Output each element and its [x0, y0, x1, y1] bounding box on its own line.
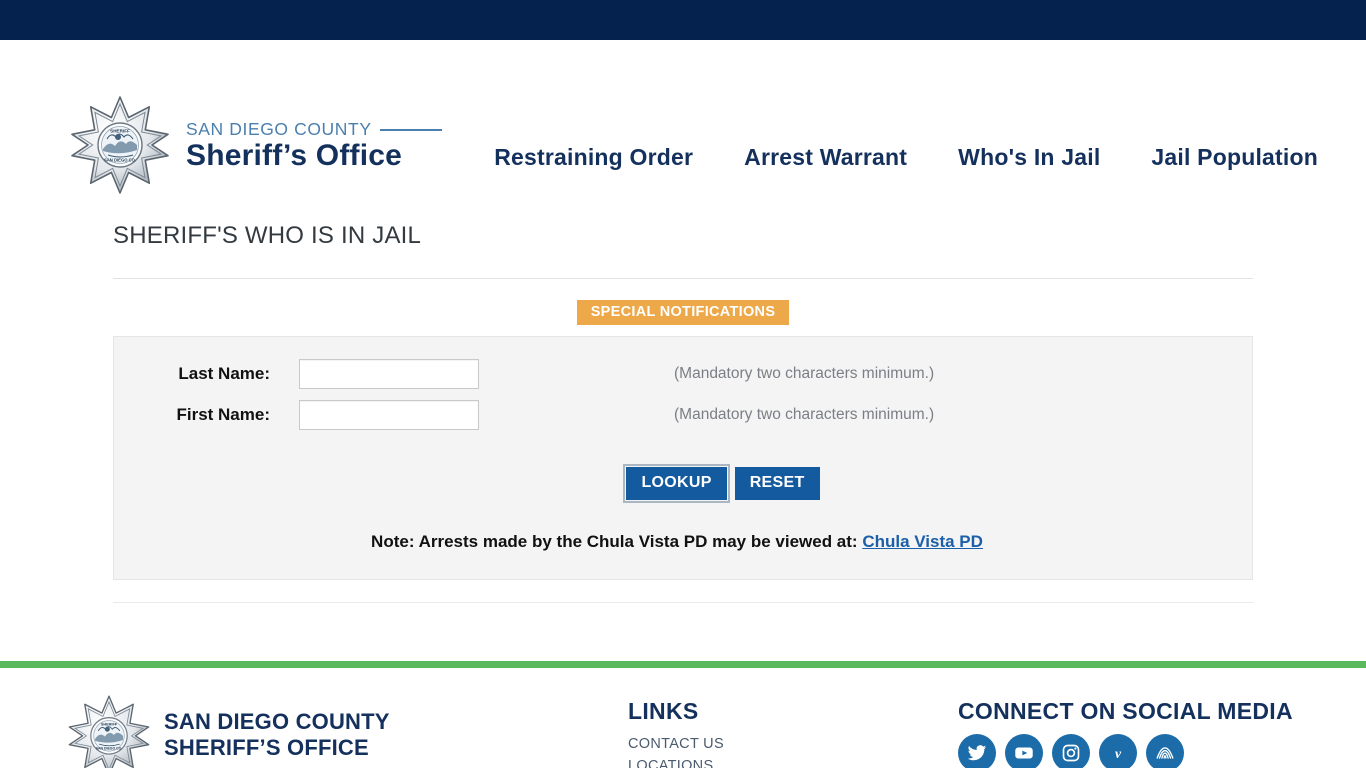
nav-item-arrest-warrant[interactable]: Arrest Warrant [744, 144, 907, 171]
brand-county-text: SAN DIEGO COUNTY [186, 119, 372, 140]
youtube-icon[interactable] [1005, 734, 1043, 768]
footer-brand-line2: SHERIFF’S OFFICE [164, 735, 369, 760]
brand-county-line: SAN DIEGO COUNTY [186, 119, 442, 140]
content-bottom-divider [113, 602, 1253, 603]
first-name-input[interactable] [299, 400, 479, 430]
svg-text:SAN DIEGO CO.: SAN DIEGO CO. [96, 746, 123, 750]
page-title: SHERIFF'S WHO IS IN JAIL [113, 222, 422, 249]
instagram-icon[interactable] [1052, 734, 1090, 768]
chula-vista-note-text: Note: Arrests made by the Chula Vista PD… [371, 532, 863, 551]
special-notifications-button[interactable]: SPECIAL NOTIFICATIONS [576, 300, 790, 325]
green-accent-bar [0, 661, 1366, 668]
reset-button[interactable]: RESET [734, 467, 820, 500]
nextdoor-icon[interactable] [1146, 734, 1184, 768]
svg-text:v: v [1115, 746, 1122, 761]
title-divider [113, 278, 1253, 279]
main-content: SHERIFF'S WHO IS IN JAIL SPECIAL NOTIFIC… [113, 172, 1253, 603]
last-name-input[interactable] [299, 358, 479, 389]
footer-links-heading: LINKS [628, 698, 699, 724]
last-name-hint: (Mandatory two characters minimum.) [674, 364, 935, 382]
form-button-row: LOOKUP RESET [114, 464, 1252, 503]
footer-links-column: LINKS CONTACT US LOCATIONS [628, 698, 724, 768]
svg-text:SHERIFF: SHERIFF [101, 722, 118, 726]
nav-item-restraining-order[interactable]: Restraining Order [494, 144, 693, 171]
svg-text:SHERIFF: SHERIFF [110, 129, 130, 134]
top-navy-bar [0, 0, 1366, 40]
social-icon-row: v [958, 734, 1293, 768]
site-header: SHERIFF SAN DIEGO CO. SAN DIEGO COUNTY S… [0, 40, 1366, 194]
vimeo-icon[interactable]: v [1099, 734, 1137, 768]
nav-item-jail-population[interactable]: Jail Population [1151, 144, 1318, 171]
first-name-label: First Name: [176, 405, 270, 424]
sheriff-star-badge-icon: SHERIFF SAN DIEGO CO. [66, 692, 152, 768]
footer-brand[interactable]: SHERIFF SAN DIEGO CO. SAN DIEGO COUNTY S… [66, 692, 390, 768]
last-name-row: Last Name: (Mandatory two characters min… [114, 337, 1252, 389]
special-notifications-container: SPECIAL NOTIFICATIONS [113, 300, 1253, 325]
last-name-label: Last Name: [178, 363, 270, 383]
footer-social-heading: CONNECT ON SOCIAL MEDIA [958, 698, 1293, 724]
footer-brand-text: SAN DIEGO COUNTY SHERIFF’S OFFICE [164, 709, 390, 761]
twitter-icon[interactable] [958, 734, 996, 768]
brand-text: SAN DIEGO COUNTY Sheriff’s Office [186, 115, 442, 172]
main-navigation: Restraining Order Arrest Warrant Who's I… [494, 144, 1318, 171]
chula-vista-note: Note: Arrests made by the Chula Vista PD… [114, 532, 1252, 552]
footer-brand-line1: SAN DIEGO COUNTY [164, 709, 390, 735]
footer-link-locations[interactable]: LOCATIONS [628, 755, 724, 768]
lookup-button[interactable]: LOOKUP [623, 464, 730, 503]
brand-office-text: Sheriff’s Office [186, 139, 403, 173]
footer-social-column: CONNECT ON SOCIAL MEDIA v [958, 698, 1293, 768]
brand-divider-rule [379, 128, 442, 131]
svg-text:SAN DIEGO CO.: SAN DIEGO CO. [104, 158, 136, 163]
first-name-hint: (Mandatory two characters minimum.) [674, 406, 935, 423]
inmate-lookup-form-panel: Last Name: (Mandatory two characters min… [113, 336, 1253, 580]
chula-vista-pd-link[interactable]: Chula Vista PD [862, 532, 983, 551]
first-name-row: First Name: (Mandatory two characters mi… [114, 389, 1252, 441]
nav-item-whos-in-jail[interactable]: Who's In Jail [958, 144, 1100, 171]
site-footer: SHERIFF SAN DIEGO CO. SAN DIEGO COUNTY S… [0, 668, 1366, 768]
footer-link-contact-us[interactable]: CONTACT US [628, 733, 724, 755]
